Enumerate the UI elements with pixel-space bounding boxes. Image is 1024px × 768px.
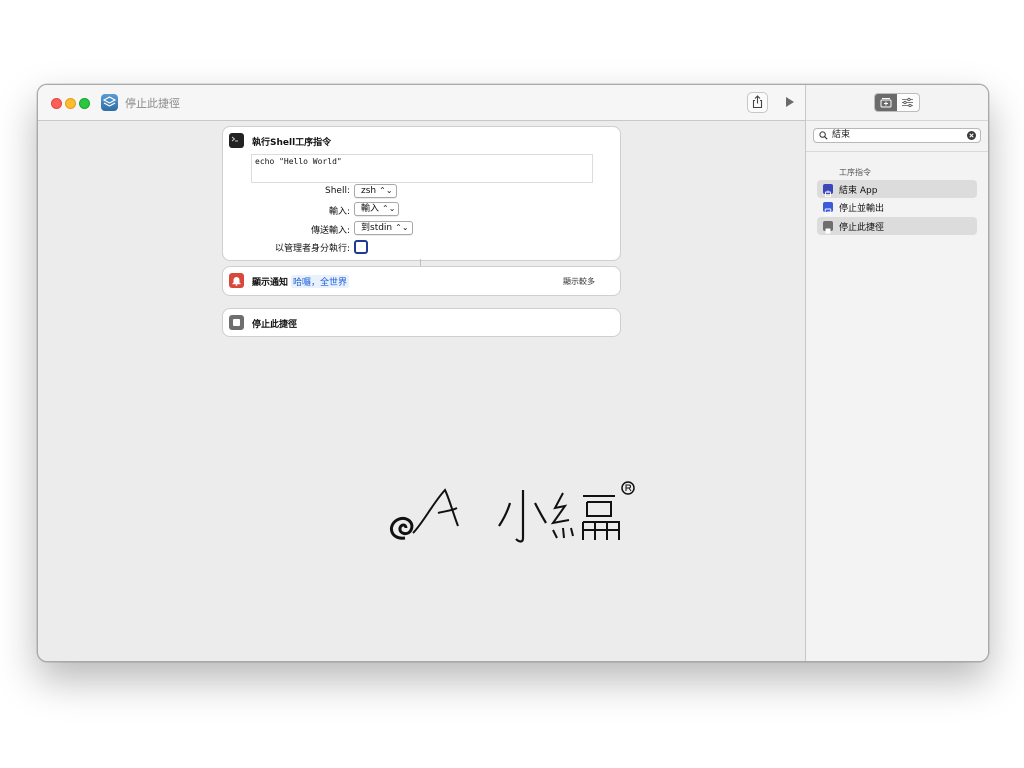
sidebar-item-stop-and-output[interactable]: 停止並輸出 xyxy=(817,198,977,216)
title-bar: 停止此捷徑 xyxy=(38,85,805,121)
run-as-admin-label: 以管理者身分執行: xyxy=(274,244,350,254)
search-icon xyxy=(819,131,828,140)
show-more-link[interactable]: 顯示較多 xyxy=(563,276,595,287)
notification-title: 顯示通知 xyxy=(252,278,289,288)
sidebar-divider xyxy=(806,151,988,152)
shortcuts-app-icon xyxy=(101,94,118,111)
terminal-icon xyxy=(229,133,244,148)
sidebar-item-label: 結束 App xyxy=(839,186,878,196)
script-editor[interactable]: echo "Hello World" xyxy=(251,154,593,183)
share-button[interactable] xyxy=(747,92,768,113)
stop-icon xyxy=(823,221,833,234)
clear-search-icon[interactable] xyxy=(967,131,976,140)
pass-input-value: 到stdin xyxy=(361,223,393,233)
pass-input-popup[interactable]: 到stdin ⌃⌄ xyxy=(354,221,413,235)
action-connector xyxy=(420,259,421,266)
sliders-icon xyxy=(902,97,913,108)
input-value: 輸入 xyxy=(361,204,380,214)
shortcuts-window: 停止此捷徑 執行Shell工序指令 echo "Hello World" She… xyxy=(37,84,989,662)
library-add-icon xyxy=(880,98,892,108)
sidebar-item-label: 停止此捷徑 xyxy=(839,223,885,233)
watermark-logo xyxy=(389,481,635,543)
shell-action-title: 執行Shell工序指令 xyxy=(252,138,332,148)
stop-icon xyxy=(229,315,244,330)
sidebar-item-quit-app[interactable]: 結束 App xyxy=(817,180,977,198)
minimize-window-button[interactable] xyxy=(65,98,76,109)
run-as-admin-checkbox[interactable] xyxy=(354,240,368,254)
sidebar-item-stop-shortcut[interactable]: 停止此捷徑 xyxy=(817,217,977,235)
stop-output-icon xyxy=(823,202,833,216)
details-tab[interactable] xyxy=(897,94,919,111)
window-title: 停止此捷徑 xyxy=(125,97,180,110)
shell-value: zsh xyxy=(361,186,377,196)
action-library-tab[interactable] xyxy=(875,94,897,111)
section-label: 工序指令 xyxy=(839,168,871,177)
run-button[interactable] xyxy=(783,94,797,110)
action-search-field[interactable]: 結束 xyxy=(813,128,981,143)
close-window-button[interactable] xyxy=(51,98,62,109)
zoom-window-button[interactable] xyxy=(79,98,90,109)
stop-action-title: 停止此捷徑 xyxy=(252,320,298,330)
notification-text-token[interactable]: 哈囉，全世界 xyxy=(291,275,350,288)
script-text: echo "Hello World" xyxy=(255,157,342,166)
share-icon xyxy=(752,95,763,109)
sidebar-divider xyxy=(806,120,988,121)
stop-shortcut-action[interactable]: 停止此捷徑 xyxy=(222,308,621,337)
sidebar-item-label: 停止並輸出 xyxy=(839,204,885,214)
input-popup[interactable]: 輸入 ⌃⌄ xyxy=(354,202,400,216)
shell-popup[interactable]: zsh ⌃⌄ xyxy=(354,184,397,198)
bell-icon xyxy=(229,273,244,288)
chevron-updown-icon: ⌃⌄ xyxy=(379,186,393,195)
app-quit-icon xyxy=(823,184,833,197)
action-library-sidebar: 結束 工序指令 結束 App 停止並輸出 停止此捷徑 xyxy=(805,85,988,661)
play-icon xyxy=(786,97,794,107)
chevron-updown-icon: ⌃⌄ xyxy=(382,204,396,213)
pass-input-label: 傳送輸入: xyxy=(310,226,350,236)
show-notification-action[interactable]: 顯示通知 哈囉，全世界 顯示較多 xyxy=(222,266,621,296)
sidebar-segmented-control xyxy=(874,93,920,112)
input-label: 輸入: xyxy=(328,207,350,217)
search-value: 結束 xyxy=(832,130,851,140)
shell-label: Shell: xyxy=(325,186,350,196)
shell-script-action[interactable]: 執行Shell工序指令 echo "Hello World" Shell: zs… xyxy=(222,126,621,261)
chevron-updown-icon: ⌃⌄ xyxy=(395,223,409,232)
